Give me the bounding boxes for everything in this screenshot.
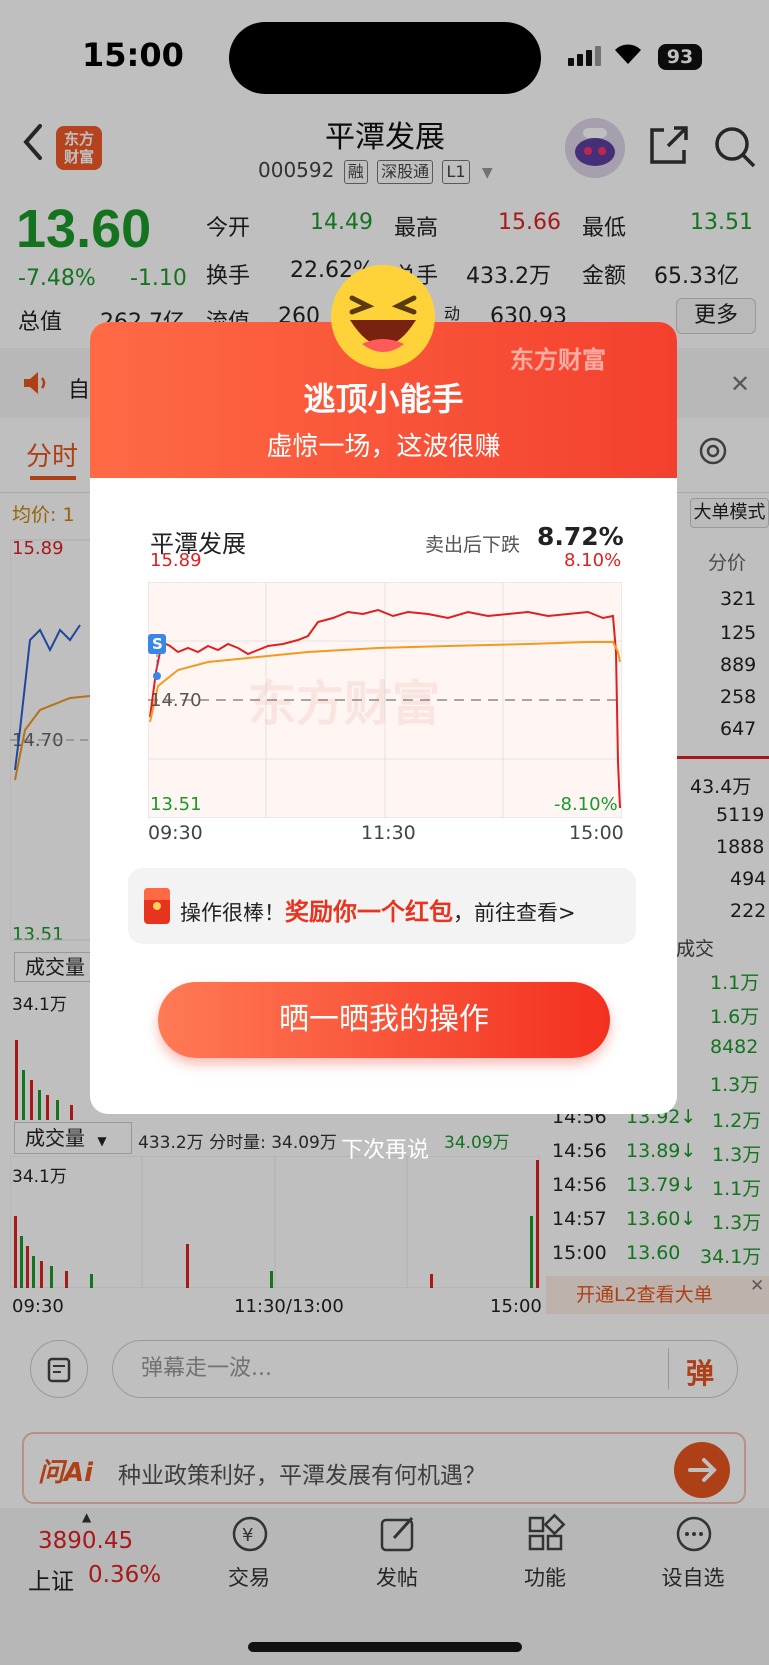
modal-drop-label: 卖出后下跌 — [425, 534, 521, 556]
reward-highlight: 奖励你一个红包 — [285, 898, 453, 926]
modal-subtitle: 虚惊一场，这波很赚 — [266, 432, 501, 462]
reward-suffix: ，前往查看> — [453, 901, 576, 925]
later-button[interactable]: 下次再说 — [320, 1132, 450, 1164]
modal-chart-low: 13.51 — [150, 794, 202, 815]
svg-text:S: S — [152, 635, 163, 653]
modal-watermark: 东方财富 — [248, 676, 441, 732]
laughing-emoji-icon — [328, 262, 438, 372]
red-envelope-icon — [144, 888, 170, 924]
modal-time-mid: 11:30 — [361, 822, 416, 844]
modal-time-start: 09:30 — [148, 822, 203, 844]
home-indicator — [248, 1642, 522, 1652]
modal-chart-high: 15.89 — [150, 550, 202, 571]
reward-prefix: 操作很棒！ — [180, 901, 285, 925]
modal-drop-value: 8.72% — [537, 522, 624, 551]
modal-time-end: 15:00 — [569, 822, 624, 844]
achievement-modal: 东方财富 逃顶小能手 虚惊一场，这波很赚 平潭发展 卖出后下跌 8.72% S … — [90, 322, 677, 1114]
modal-title: 逃顶小能手 — [303, 380, 464, 418]
modal-chart-low-pct: -8.10% — [554, 794, 618, 815]
modal-chart-mid: 14.70 — [150, 690, 202, 711]
share-operation-button[interactable]: 晒一晒我的操作 — [158, 982, 610, 1058]
modal-chart-high-pct: 8.10% — [564, 550, 622, 571]
reward-banner[interactable]: 操作很棒！奖励你一个红包，前往查看> — [128, 868, 636, 944]
modal-brand: 东方财富 — [510, 346, 606, 374]
